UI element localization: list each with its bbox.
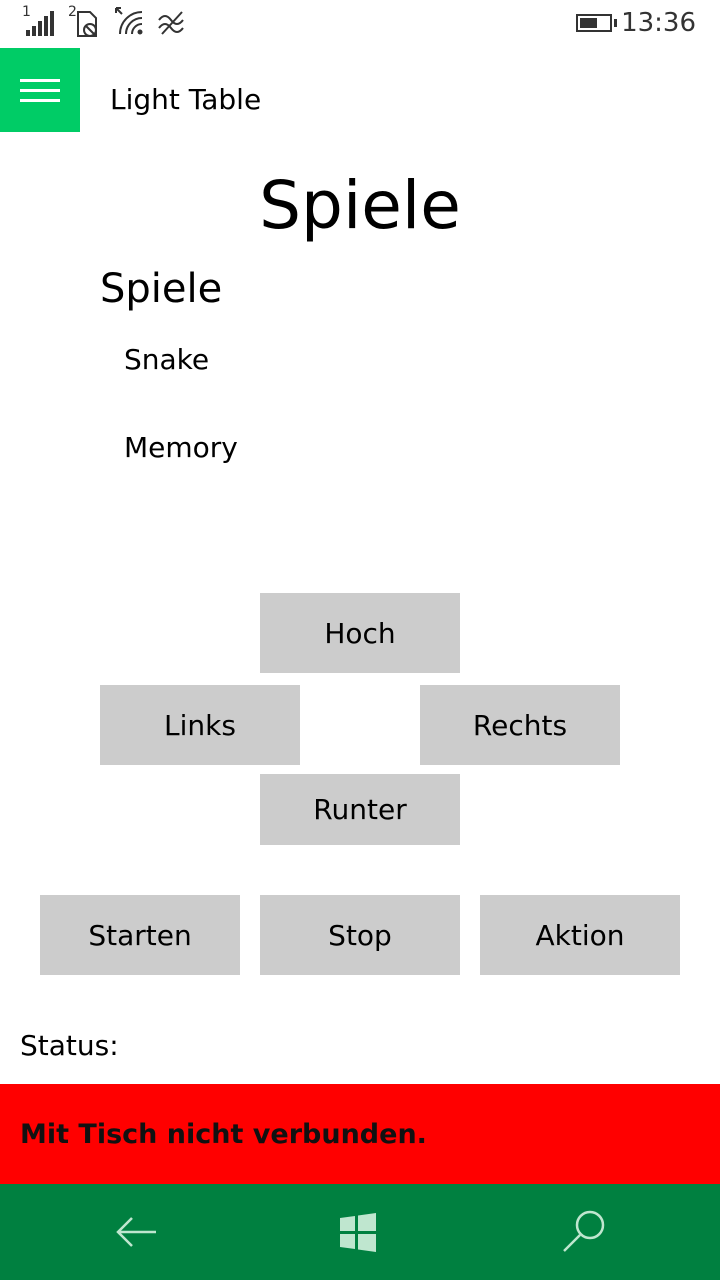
navigation-bar xyxy=(0,1184,720,1280)
status-message-bar: Mit Tisch nicht verbunden. xyxy=(0,1084,720,1184)
search-icon xyxy=(563,1210,605,1252)
app-title: Light Table xyxy=(110,83,262,116)
status-label: Status: xyxy=(20,1029,119,1062)
search-button[interactable] xyxy=(524,1184,644,1280)
status-bar: 1 2 13:36 xyxy=(0,0,720,48)
game-item-memory[interactable]: Memory xyxy=(124,430,238,466)
down-button[interactable]: Runter xyxy=(260,774,460,845)
status-time: 13:36 xyxy=(621,8,696,38)
battery-level xyxy=(580,18,597,28)
back-button[interactable] xyxy=(76,1184,196,1280)
status-message: Mit Tisch nicht verbunden. xyxy=(20,1118,427,1150)
wifi-icon xyxy=(112,4,148,38)
windows-logo-icon xyxy=(340,1213,376,1252)
signal-icon: 1 xyxy=(20,4,60,38)
right-button[interactable]: Rechts xyxy=(420,685,620,765)
hamburger-menu-button[interactable] xyxy=(0,48,80,132)
start-button[interactable]: Starten xyxy=(40,895,240,975)
start-windows-button[interactable] xyxy=(298,1184,418,1280)
battery-cap xyxy=(614,19,617,27)
page-title: Spiele xyxy=(259,167,461,244)
up-button[interactable]: Hoch xyxy=(260,593,460,673)
stop-button[interactable]: Stop xyxy=(260,895,460,975)
sim2-no-signal-icon: 2 xyxy=(66,4,106,38)
game-item-snake[interactable]: Snake xyxy=(124,342,209,378)
back-arrow-icon xyxy=(116,1217,156,1247)
battery-icon xyxy=(576,14,612,32)
section-title: Spiele xyxy=(100,266,223,312)
action-button[interactable]: Aktion xyxy=(480,895,680,975)
left-button[interactable]: Links xyxy=(100,685,300,765)
data-saver-icon xyxy=(156,8,188,38)
